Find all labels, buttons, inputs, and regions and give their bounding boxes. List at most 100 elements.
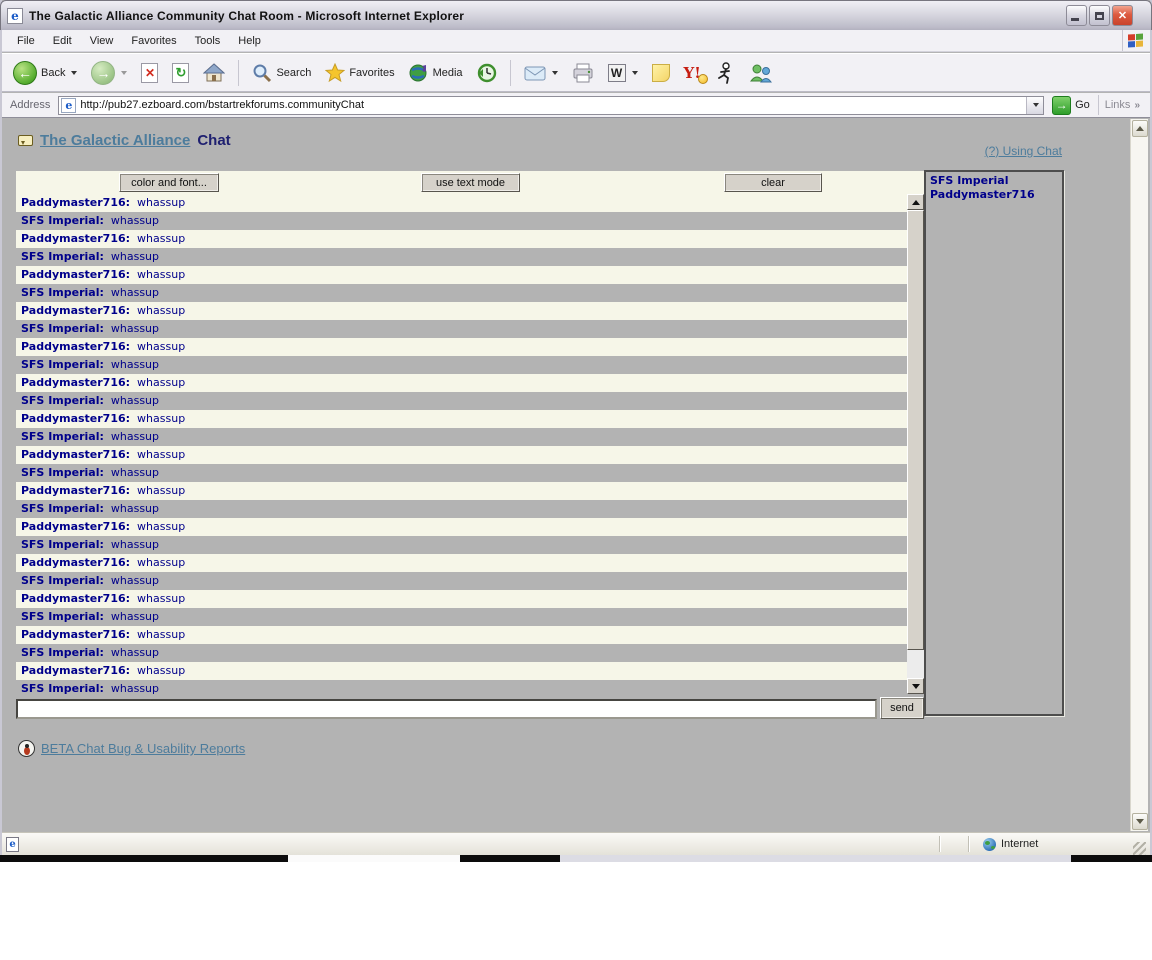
go-button[interactable]: → Go (1044, 95, 1098, 115)
chevron-down-icon (1136, 819, 1144, 824)
history-button[interactable] (472, 61, 502, 85)
forward-dropdown-icon[interactable] (121, 70, 128, 75)
chat-message-row: Paddymaster716: whassup (16, 446, 907, 464)
message-username: Paddymaster716: (21, 628, 131, 641)
refresh-button[interactable]: ↻ (167, 61, 194, 85)
word-icon: W (607, 63, 626, 82)
menu-item[interactable]: Favorites (122, 32, 185, 50)
chat-message-row: Paddymaster716: whassup (16, 374, 907, 392)
forward-button[interactable]: → (86, 59, 132, 87)
status-separator (939, 836, 940, 852)
chat-message-input[interactable] (16, 699, 877, 719)
maximize-icon (1095, 11, 1104, 20)
send-button[interactable]: send (880, 697, 924, 719)
chat-bubble-icon (18, 135, 33, 146)
message-text: whassup (137, 268, 186, 281)
message-text: whassup (137, 340, 186, 353)
color-and-font-button[interactable]: color and font... (119, 173, 219, 192)
home-button[interactable] (198, 61, 230, 85)
chat-message-row: Paddymaster716: whassup (16, 338, 907, 356)
media-button[interactable]: Media (404, 61, 468, 85)
mail-icon (524, 66, 546, 80)
chat-message-row: SFS Imperial: whassup (16, 680, 924, 698)
message-username: Paddymaster716: (21, 196, 131, 209)
scroll-up-button[interactable] (907, 194, 924, 210)
chat-toolbar: color and font... use text mode clear (16, 171, 924, 194)
home-icon (203, 62, 226, 81)
discuss-notes-button[interactable] (647, 62, 675, 84)
yahoo-messenger-icon: Y! (684, 64, 708, 84)
scroll-down-button[interactable] (1132, 813, 1148, 830)
yahoo-messenger-button[interactable]: Y! (679, 62, 708, 84)
message-username: Paddymaster716: (21, 232, 131, 245)
favorites-button[interactable]: Favorites (320, 61, 399, 85)
message-text: whassup (110, 394, 159, 407)
message-username: SFS Imperial: (21, 394, 104, 407)
chat-scrollbar[interactable] (907, 194, 924, 694)
scroll-up-button[interactable] (1132, 120, 1148, 137)
message-username: SFS Imperial: (21, 646, 104, 659)
minimize-icon (1071, 18, 1079, 21)
triangle-down-icon (911, 683, 920, 689)
close-button[interactable]: ✕ (1112, 5, 1133, 26)
message-text: whassup (137, 232, 186, 245)
board-home-link[interactable]: The Galactic Alliance (40, 132, 190, 149)
message-username: Paddymaster716: (21, 664, 131, 677)
aim-button[interactable] (710, 60, 740, 86)
chat-message-row: Paddymaster716: whassup (16, 302, 907, 320)
mail-dropdown-icon[interactable] (551, 70, 558, 75)
message-username: SFS Imperial: (21, 538, 104, 551)
message-username: SFS Imperial: (21, 682, 104, 695)
beta-report-link[interactable]: BETA Chat Bug & Usability Reports (41, 741, 245, 756)
address-label: Address (10, 99, 51, 111)
menu-item[interactable]: Help (229, 32, 270, 50)
page-content: The Galactic Alliance Chat (?) Using Cha… (2, 118, 1150, 832)
address-input[interactable] (80, 97, 1027, 113)
chat-message-row: Paddymaster716: whassup (16, 554, 907, 572)
print-button[interactable] (567, 61, 599, 85)
bug-icon (18, 740, 35, 757)
chat-user-list-panel: SFS Imperial Paddymaster716 (924, 170, 1064, 716)
scrollbar-thumb[interactable] (907, 210, 924, 650)
use-text-mode-button[interactable]: use text mode (421, 173, 520, 192)
clear-button[interactable]: clear (724, 173, 822, 192)
chevron-down-icon (1033, 103, 1040, 107)
maximize-button[interactable] (1089, 5, 1110, 26)
back-button[interactable]: ← Back (8, 59, 82, 87)
menu-item[interactable]: File (8, 32, 44, 50)
window-bottom-edge (0, 855, 1152, 862)
edit-with-word-button[interactable]: W (603, 62, 643, 84)
minimize-button[interactable] (1066, 5, 1087, 26)
window-title: The Galactic Alliance Community Chat Roo… (29, 8, 465, 23)
ie-page-icon: e (61, 97, 77, 113)
mail-button[interactable] (519, 63, 563, 83)
msn-messenger-button[interactable] (744, 61, 778, 85)
stop-button[interactable]: ✕ (136, 61, 163, 85)
menu-item[interactable]: Tools (186, 32, 230, 50)
message-username: Paddymaster716: (21, 304, 131, 317)
message-username: Paddymaster716: (21, 484, 131, 497)
using-chat-help-link[interactable]: (?) Using Chat (985, 144, 1062, 158)
refresh-icon: ↻ (172, 62, 190, 83)
search-button[interactable]: Search (247, 61, 316, 85)
internet-globe-icon (983, 837, 996, 851)
title-bar[interactable]: e The Galactic Alliance Community Chat R… (0, 0, 1152, 30)
word-dropdown-icon[interactable] (631, 70, 638, 75)
message-text: whassup (110, 646, 159, 659)
links-toolbar[interactable]: Links » (1097, 95, 1146, 115)
chat-message-row: SFS Imperial: whassup (16, 536, 924, 554)
menu-item[interactable]: View (81, 32, 123, 50)
back-dropdown-icon[interactable] (71, 70, 78, 75)
resize-grip[interactable] (1133, 842, 1146, 855)
chat-message-row: Paddymaster716: whassup (16, 194, 907, 212)
ie-window-icon: e (7, 7, 23, 24)
chat-message-row: SFS Imperial: whassup (16, 248, 924, 266)
scroll-down-button[interactable] (907, 678, 924, 694)
chat-message-row: SFS Imperial: whassup (16, 392, 924, 410)
message-text: whassup (137, 376, 186, 389)
menu-item[interactable]: Edit (44, 32, 81, 50)
message-username: Paddymaster716: (21, 268, 131, 281)
page-scrollbar[interactable] (1130, 119, 1148, 831)
chat-message-row: Paddymaster716: whassup (16, 626, 907, 644)
address-dropdown-button[interactable] (1026, 96, 1044, 114)
